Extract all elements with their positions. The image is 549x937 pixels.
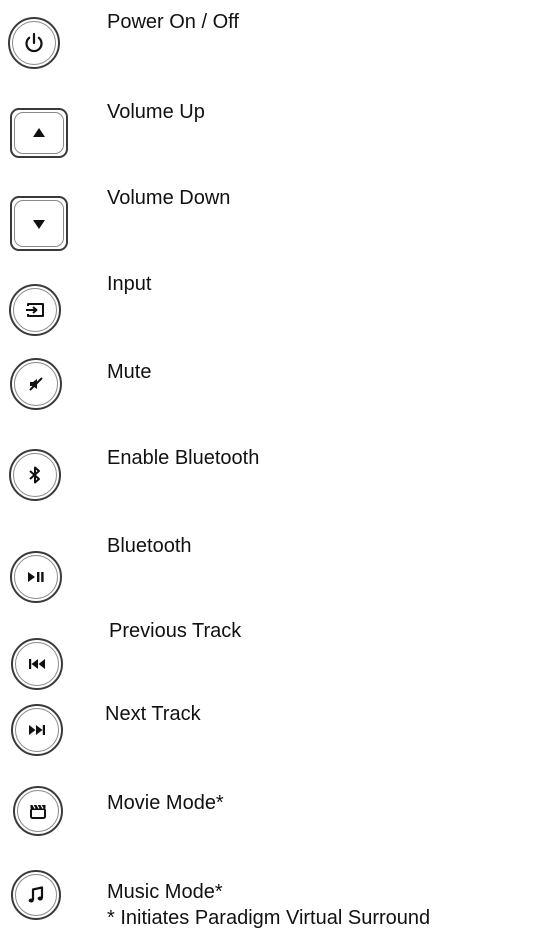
power-button[interactable] [8, 17, 60, 69]
footnote: * Initiates Paradigm Virtual Surround [107, 907, 431, 929]
previous-track-button[interactable] [11, 638, 63, 690]
legend-label-volume-up: Volume Up [107, 101, 205, 123]
bluetooth-icon [29, 466, 40, 484]
input-icon [26, 303, 44, 317]
volume-up-button[interactable] [10, 108, 68, 158]
triangle-up-icon [33, 128, 45, 137]
next-track-button[interactable] [11, 704, 63, 756]
legend-label-input: Input [107, 273, 152, 295]
legend-label-previous-track: Previous Track [109, 620, 242, 642]
play-pause-button[interactable] [10, 551, 62, 603]
next-track-icon [29, 725, 45, 735]
legend-label-mute: Mute [107, 361, 152, 383]
legend-label-music-mode: Music Mode* [107, 881, 223, 903]
mute-button[interactable] [10, 358, 62, 410]
previous-track-icon [29, 659, 45, 669]
movie-mode-button[interactable] [13, 786, 63, 836]
legend-label-volume-down: Volume Down [107, 187, 231, 209]
music-mode-button[interactable] [11, 870, 61, 920]
clapperboard-icon [30, 804, 46, 819]
legend-label-next-track: Next Track [105, 703, 201, 725]
triangle-down-icon [33, 219, 45, 229]
legend-label-bluetooth: Bluetooth [107, 535, 192, 557]
bluetooth-button[interactable] [9, 449, 61, 501]
mute-icon [29, 377, 43, 391]
legend-label-power: Power On / Off [107, 11, 239, 33]
volume-down-button[interactable] [10, 196, 68, 251]
play-pause-icon [28, 572, 44, 582]
power-icon [25, 32, 43, 53]
legend-label-movie-mode: Movie Mode* [107, 792, 224, 814]
music-note-icon [28, 886, 44, 903]
input-button[interactable] [9, 284, 61, 336]
legend-label-enable-bluetooth: Enable Bluetooth [107, 447, 260, 469]
